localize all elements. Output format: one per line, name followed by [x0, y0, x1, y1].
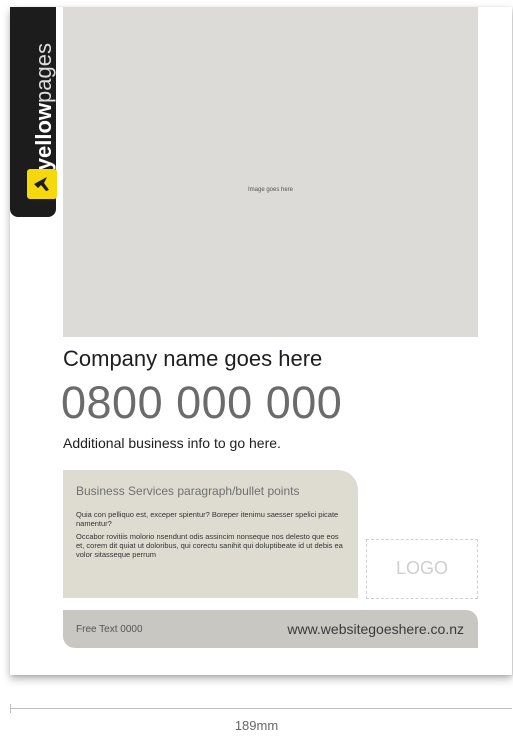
- yellowpages-brand-tab: yellowpages: [10, 7, 57, 217]
- dimension-line: [10, 708, 512, 709]
- phone-number: 0800 000 000: [61, 377, 343, 428]
- logo-placeholder-label: LOGO: [395, 558, 448, 578]
- footer-website: www.websitegoeshere.co.nz: [287, 621, 464, 637]
- footer-bar: Free Text 0000 www.websitegoeshere.co.nz: [63, 610, 478, 648]
- brand-name-light: pages: [31, 43, 56, 103]
- logo-placeholder: LOGO: [366, 539, 478, 599]
- image-placeholder-label: Image goes here: [247, 187, 294, 193]
- services-panel: Business Services paragraph/bullet point…: [63, 470, 358, 598]
- footer-free-text: Free Text 0000: [76, 624, 143, 635]
- services-paragraph-2: Occabor rovitiis molorio nsendunt odis a…: [76, 532, 343, 559]
- dimension-label: 189mm: [234, 718, 279, 733]
- brand-name-bold: yellow: [31, 102, 56, 171]
- image-placeholder: Image goes here: [63, 7, 478, 337]
- yellowpages-logo-icon: [27, 169, 57, 199]
- additional-business-info: Additional business info to go here.: [63, 435, 281, 451]
- company-name: Company name goes here: [63, 346, 323, 371]
- services-paragraph-1: Quia con pelliquo est, exceper spientur?…: [76, 510, 339, 528]
- services-title: Business Services paragraph/bullet point…: [76, 484, 300, 498]
